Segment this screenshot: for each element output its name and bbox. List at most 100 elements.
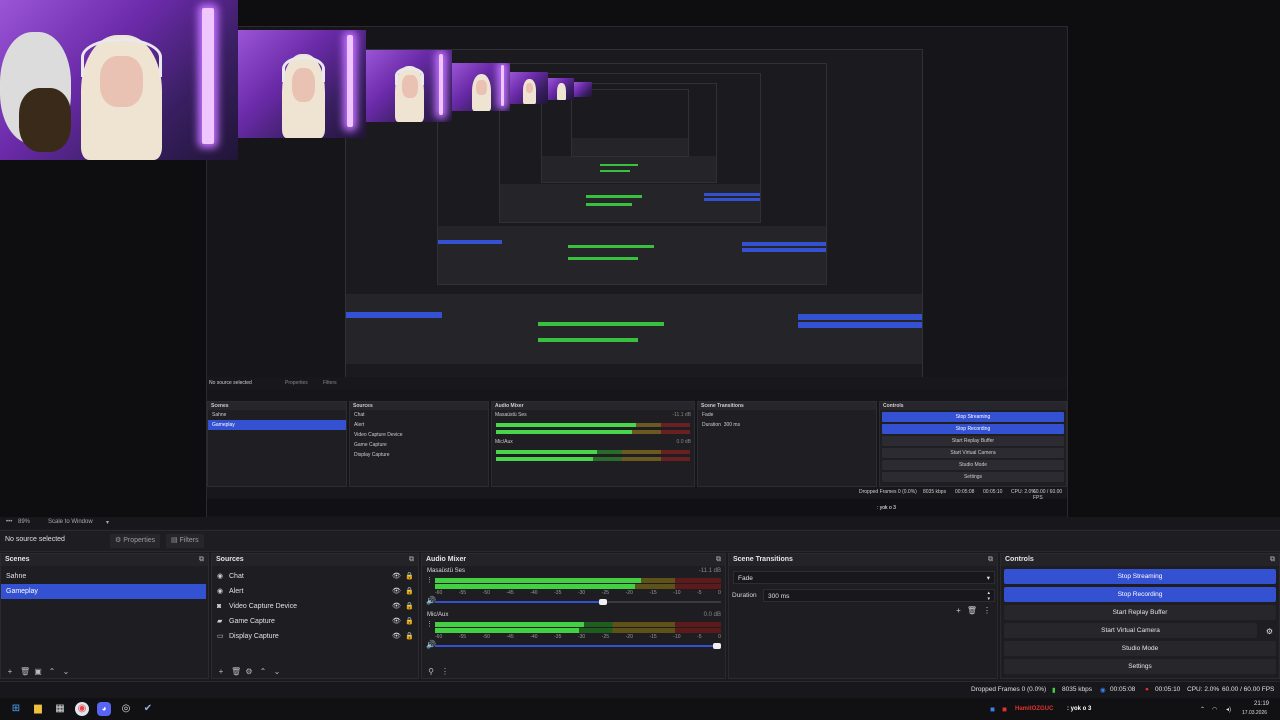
source-item-display-capture[interactable]: ▭ Display Capture 👁 🔒 bbox=[212, 629, 418, 644]
webcam-echo-6 bbox=[574, 82, 592, 97]
meter-tick-label: -15 bbox=[649, 634, 657, 640]
meter-tick-label: -45 bbox=[506, 590, 514, 596]
gear-icon[interactable]: ⚙ bbox=[245, 667, 253, 676]
settings-button[interactable]: Settings bbox=[1004, 659, 1276, 674]
duration-input[interactable]: 300 ms ▴ ▾ bbox=[763, 589, 995, 602]
dock-menu-icon[interactable]: ⧉ bbox=[988, 554, 993, 566]
dots-icon[interactable]: ••• bbox=[6, 519, 12, 525]
clock-date: 17.03.2026 bbox=[1242, 710, 1268, 716]
dock-menu-icon[interactable]: ⧉ bbox=[1270, 554, 1275, 566]
discord-icon[interactable]: ◕ bbox=[97, 702, 111, 716]
trash-icon[interactable]: 🗑 bbox=[231, 667, 241, 676]
more-icon[interactable]: ⋮ bbox=[441, 667, 449, 676]
dock-menu-icon[interactable]: ⧉ bbox=[199, 554, 204, 566]
link-icon[interactable]: ⚲ bbox=[427, 667, 435, 676]
source-item-chat[interactable]: ◉ Chat 👁 🔒 bbox=[212, 569, 418, 584]
channel-menu-icon[interactable]: ⋮ bbox=[426, 576, 433, 584]
studio-mode-button[interactable]: Studio Mode bbox=[1004, 641, 1276, 656]
source-item-alert[interactable]: ◉ Alert 👁 🔒 bbox=[212, 584, 418, 599]
add-icon[interactable]: + bbox=[6, 667, 14, 676]
filter-icon: ▤ bbox=[171, 537, 178, 544]
meter-tick-label: -45 bbox=[506, 634, 514, 640]
preview-canvas[interactable]: No source selected Properties Filters Sc… bbox=[0, 0, 1280, 518]
store-icon[interactable]: ▦ bbox=[53, 702, 67, 716]
meter-tick-label: -20 bbox=[625, 634, 633, 640]
duration-label: Duration bbox=[732, 592, 757, 599]
wifi-icon[interactable]: ◠ bbox=[1212, 706, 1217, 713]
trash-icon[interactable]: 🗑 bbox=[20, 667, 30, 676]
volume-meter bbox=[435, 628, 721, 633]
record-tray-icon[interactable]: ◼ bbox=[1002, 706, 1007, 713]
chevron-up-icon[interactable]: ⌃ bbox=[48, 667, 56, 676]
scene-item-gameplay[interactable]: Gameplay bbox=[1, 584, 206, 599]
audio-mixer-dock: Audio Mixer ⧉ Masaüstü Ses -11.1 dB ⋮ -60… bbox=[421, 553, 726, 679]
inner-transitions-dock: Scene Transitions Fade Duration 300 ms bbox=[697, 401, 877, 487]
meter-tick-label: -35 bbox=[554, 590, 562, 596]
lock-icon[interactable]: 🔒 bbox=[405, 584, 414, 599]
add-icon[interactable]: + bbox=[217, 667, 225, 676]
virtual-camera-button[interactable]: Start Virtual Camera bbox=[1004, 623, 1257, 638]
volume-slider[interactable] bbox=[435, 599, 721, 605]
add-icon[interactable]: + bbox=[956, 606, 961, 615]
chevron-up-icon[interactable]: ⌃ bbox=[1200, 706, 1205, 713]
meter-tick-label: -50 bbox=[482, 634, 490, 640]
filter-icon[interactable]: ▣ bbox=[34, 667, 42, 676]
chevron-down-icon[interactable]: ⌄ bbox=[62, 667, 70, 676]
transition-select[interactable]: Fade ▾ bbox=[733, 571, 995, 584]
eye-icon[interactable]: 👁 bbox=[392, 614, 401, 629]
source-item-video-capture[interactable]: ◙ Video Capture Device 👁 🔒 bbox=[212, 599, 418, 614]
no-source-label: No source selected bbox=[5, 536, 65, 543]
steam-icon[interactable]: ✔ bbox=[141, 702, 155, 716]
more-icon[interactable]: ⋮ bbox=[983, 606, 991, 615]
chevron-down-icon[interactable]: ▾ bbox=[106, 519, 109, 526]
webcam-echo-4 bbox=[510, 72, 548, 104]
scene-item-sahne[interactable]: Sahne bbox=[1, 569, 208, 584]
camera-icon: ◙ bbox=[217, 603, 222, 610]
volume-slider[interactable] bbox=[435, 643, 721, 649]
webcam-source[interactable] bbox=[0, 0, 238, 160]
scale-mode[interactable]: Scale to Window bbox=[48, 519, 93, 525]
gear-icon[interactable]: ⚙ bbox=[1266, 627, 1273, 636]
volume-meter bbox=[435, 622, 721, 627]
mixer-channel-desktop: Masaüstü Ses -11.1 dB ⋮ -60 -55 -50 -45 -40-… bbox=[422, 566, 725, 606]
channel-db: 0.0 dB bbox=[703, 612, 721, 618]
meter-tick-label: -55 bbox=[458, 590, 467, 596]
chrome-icon[interactable]: ◉ bbox=[75, 702, 89, 716]
filters-button[interactable]: ▤ Filters bbox=[166, 534, 204, 548]
bitrate: 8035 kbps bbox=[1062, 686, 1092, 693]
chevron-up-icon[interactable]: ⌃ bbox=[259, 667, 267, 676]
app-tray-icon[interactable]: ◼ bbox=[990, 706, 995, 713]
eye-icon[interactable]: 👁 bbox=[392, 584, 401, 599]
stop-recording-button[interactable]: Stop Recording bbox=[1004, 587, 1276, 602]
transition-actions: + 🗑 ⋮ bbox=[956, 606, 991, 615]
inner-scenes-dock: Scenes Sahne Gameplay bbox=[207, 401, 347, 487]
windows-start-icon[interactable]: ⊞ bbox=[9, 702, 23, 716]
lock-icon[interactable]: 🔒 bbox=[405, 629, 414, 644]
channel-menu-icon[interactable]: ⋮ bbox=[426, 620, 433, 628]
inner-controls-dock: Controls Stop Streaming Stop Recording S… bbox=[879, 401, 1067, 487]
eye-icon[interactable]: 👁 bbox=[392, 569, 401, 584]
controls-title: Controls bbox=[1005, 556, 1034, 563]
eye-icon[interactable]: 👁 bbox=[392, 599, 401, 614]
dock-menu-icon[interactable]: ⧉ bbox=[409, 554, 414, 566]
properties-button[interactable]: ⚙ Properties bbox=[110, 534, 161, 548]
folder-icon[interactable]: ▆ bbox=[31, 702, 45, 716]
lock-icon[interactable]: 🔒 bbox=[405, 599, 414, 614]
replay-buffer-button[interactable]: Start Replay Buffer bbox=[1004, 605, 1276, 620]
volume-icon[interactable]: ◂) bbox=[1226, 706, 1231, 713]
eye-icon[interactable]: 👁 bbox=[392, 629, 401, 644]
meter-ticks: -60 -55 -50 -45 -40 -35 -30 -25 -20 -15 -10 -5 0 bbox=[435, 634, 721, 640]
taskbar: ⊞ ▆ ▦ ◉ ◕ ◎ ✔ ◼ ◼ HamitOZGUC : yok o 3 ⌃… bbox=[0, 698, 1280, 720]
source-item-game-capture[interactable]: ▰ Game Capture 👁 🔒 bbox=[212, 614, 418, 629]
lock-icon[interactable]: 🔒 bbox=[405, 614, 414, 629]
meter-tick-label: -5 bbox=[697, 590, 702, 596]
lock-icon[interactable]: 🔒 bbox=[405, 569, 414, 584]
obs-icon[interactable]: ◎ bbox=[119, 702, 133, 716]
trash-icon[interactable]: 🗑 bbox=[967, 606, 977, 615]
meter-tick-label: -40 bbox=[530, 634, 538, 640]
chevron-down-icon[interactable]: ⌄ bbox=[273, 667, 281, 676]
inner-taskbar: : yok o 3 bbox=[207, 499, 1067, 516]
stop-streaming-button[interactable]: Stop Streaming bbox=[1004, 569, 1276, 584]
dock-menu-icon[interactable]: ⧉ bbox=[716, 554, 721, 566]
meter-tick-label: -25 bbox=[601, 634, 610, 640]
